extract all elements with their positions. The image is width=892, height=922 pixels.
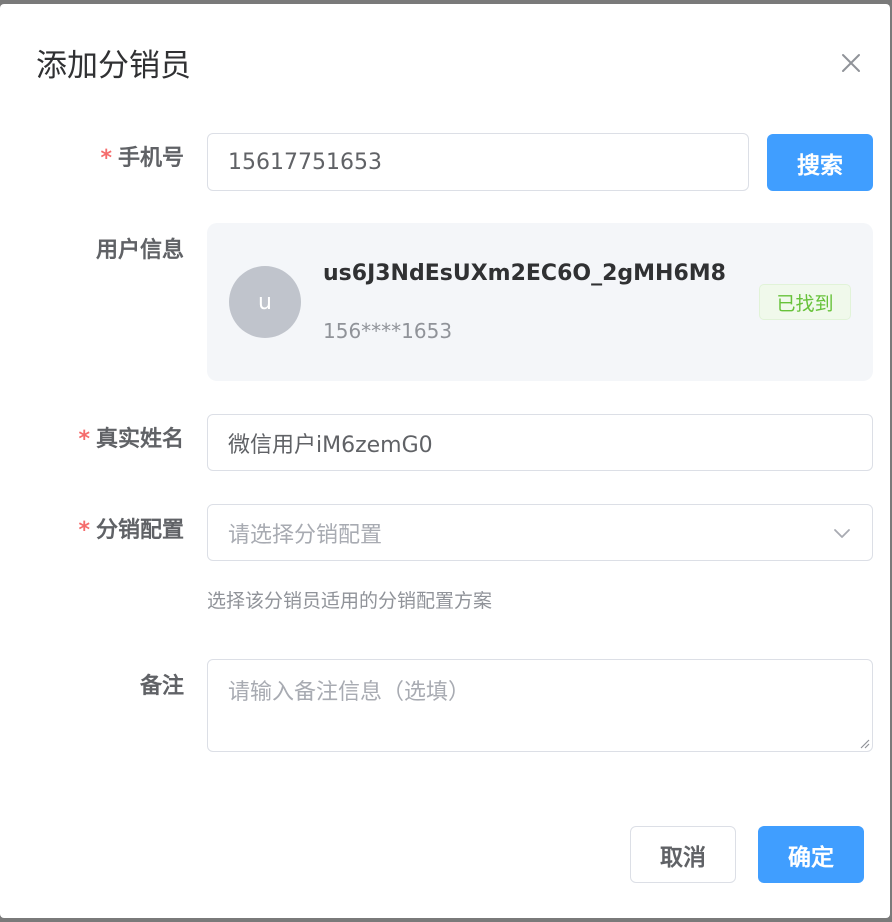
- real-name-label-text: 真实姓名: [95, 427, 184, 452]
- dialog-title: 添加分销员: [36, 48, 191, 84]
- remark-label: 备注: [139, 674, 184, 699]
- required-mark: *: [78, 427, 90, 452]
- phone-label-text: 手机号: [117, 146, 184, 171]
- avatar: u: [229, 266, 301, 338]
- chevron-down-icon: [832, 523, 852, 543]
- distribution-config-hint: 选择该分销员适用的分销配置方案: [207, 590, 493, 612]
- real-name-label: * 真实姓名: [78, 425, 184, 455]
- user-phone: 156****1653: [323, 319, 453, 343]
- phone-label: * 手机号: [100, 144, 184, 174]
- status-badge: 已找到: [759, 284, 851, 320]
- distribution-config-label-text: 分销配置: [95, 518, 184, 543]
- required-mark: *: [100, 146, 112, 171]
- distribution-config-select[interactable]: 请选择分销配置: [207, 504, 873, 561]
- close-icon[interactable]: [838, 50, 864, 76]
- remark-textarea[interactable]: 请输入备注信息（选填）: [207, 659, 873, 752]
- user-name: us6J3NdEsUXm2EC6O_2gMH6M8: [323, 261, 726, 286]
- search-button[interactable]: 搜索: [767, 134, 873, 191]
- remark-placeholder: 请输入备注信息（选填）: [228, 680, 471, 705]
- resize-handle-icon[interactable]: [858, 737, 870, 749]
- required-mark: *: [78, 518, 90, 543]
- distribution-config-placeholder: 请选择分销配置: [228, 522, 383, 548]
- cancel-button[interactable]: 取消: [630, 826, 736, 883]
- real-name-input[interactable]: 微信用户iM6zemG0: [207, 414, 873, 471]
- confirm-button[interactable]: 确定: [758, 826, 864, 883]
- distribution-config-label: * 分销配置: [78, 516, 184, 546]
- phone-input-value: 15617751653: [228, 149, 382, 175]
- add-distributor-dialog: 添加分销员 * 手机号 15617751653 搜索 用户信息 u us6J3Nd…: [0, 4, 890, 918]
- user-info-card: u us6J3NdEsUXm2EC6O_2gMH6M8 156****1653 …: [207, 223, 873, 381]
- real-name-input-value: 微信用户iM6zemG0: [228, 432, 433, 458]
- phone-input[interactable]: 15617751653: [207, 133, 749, 191]
- user-info-label: 用户信息: [95, 238, 184, 263]
